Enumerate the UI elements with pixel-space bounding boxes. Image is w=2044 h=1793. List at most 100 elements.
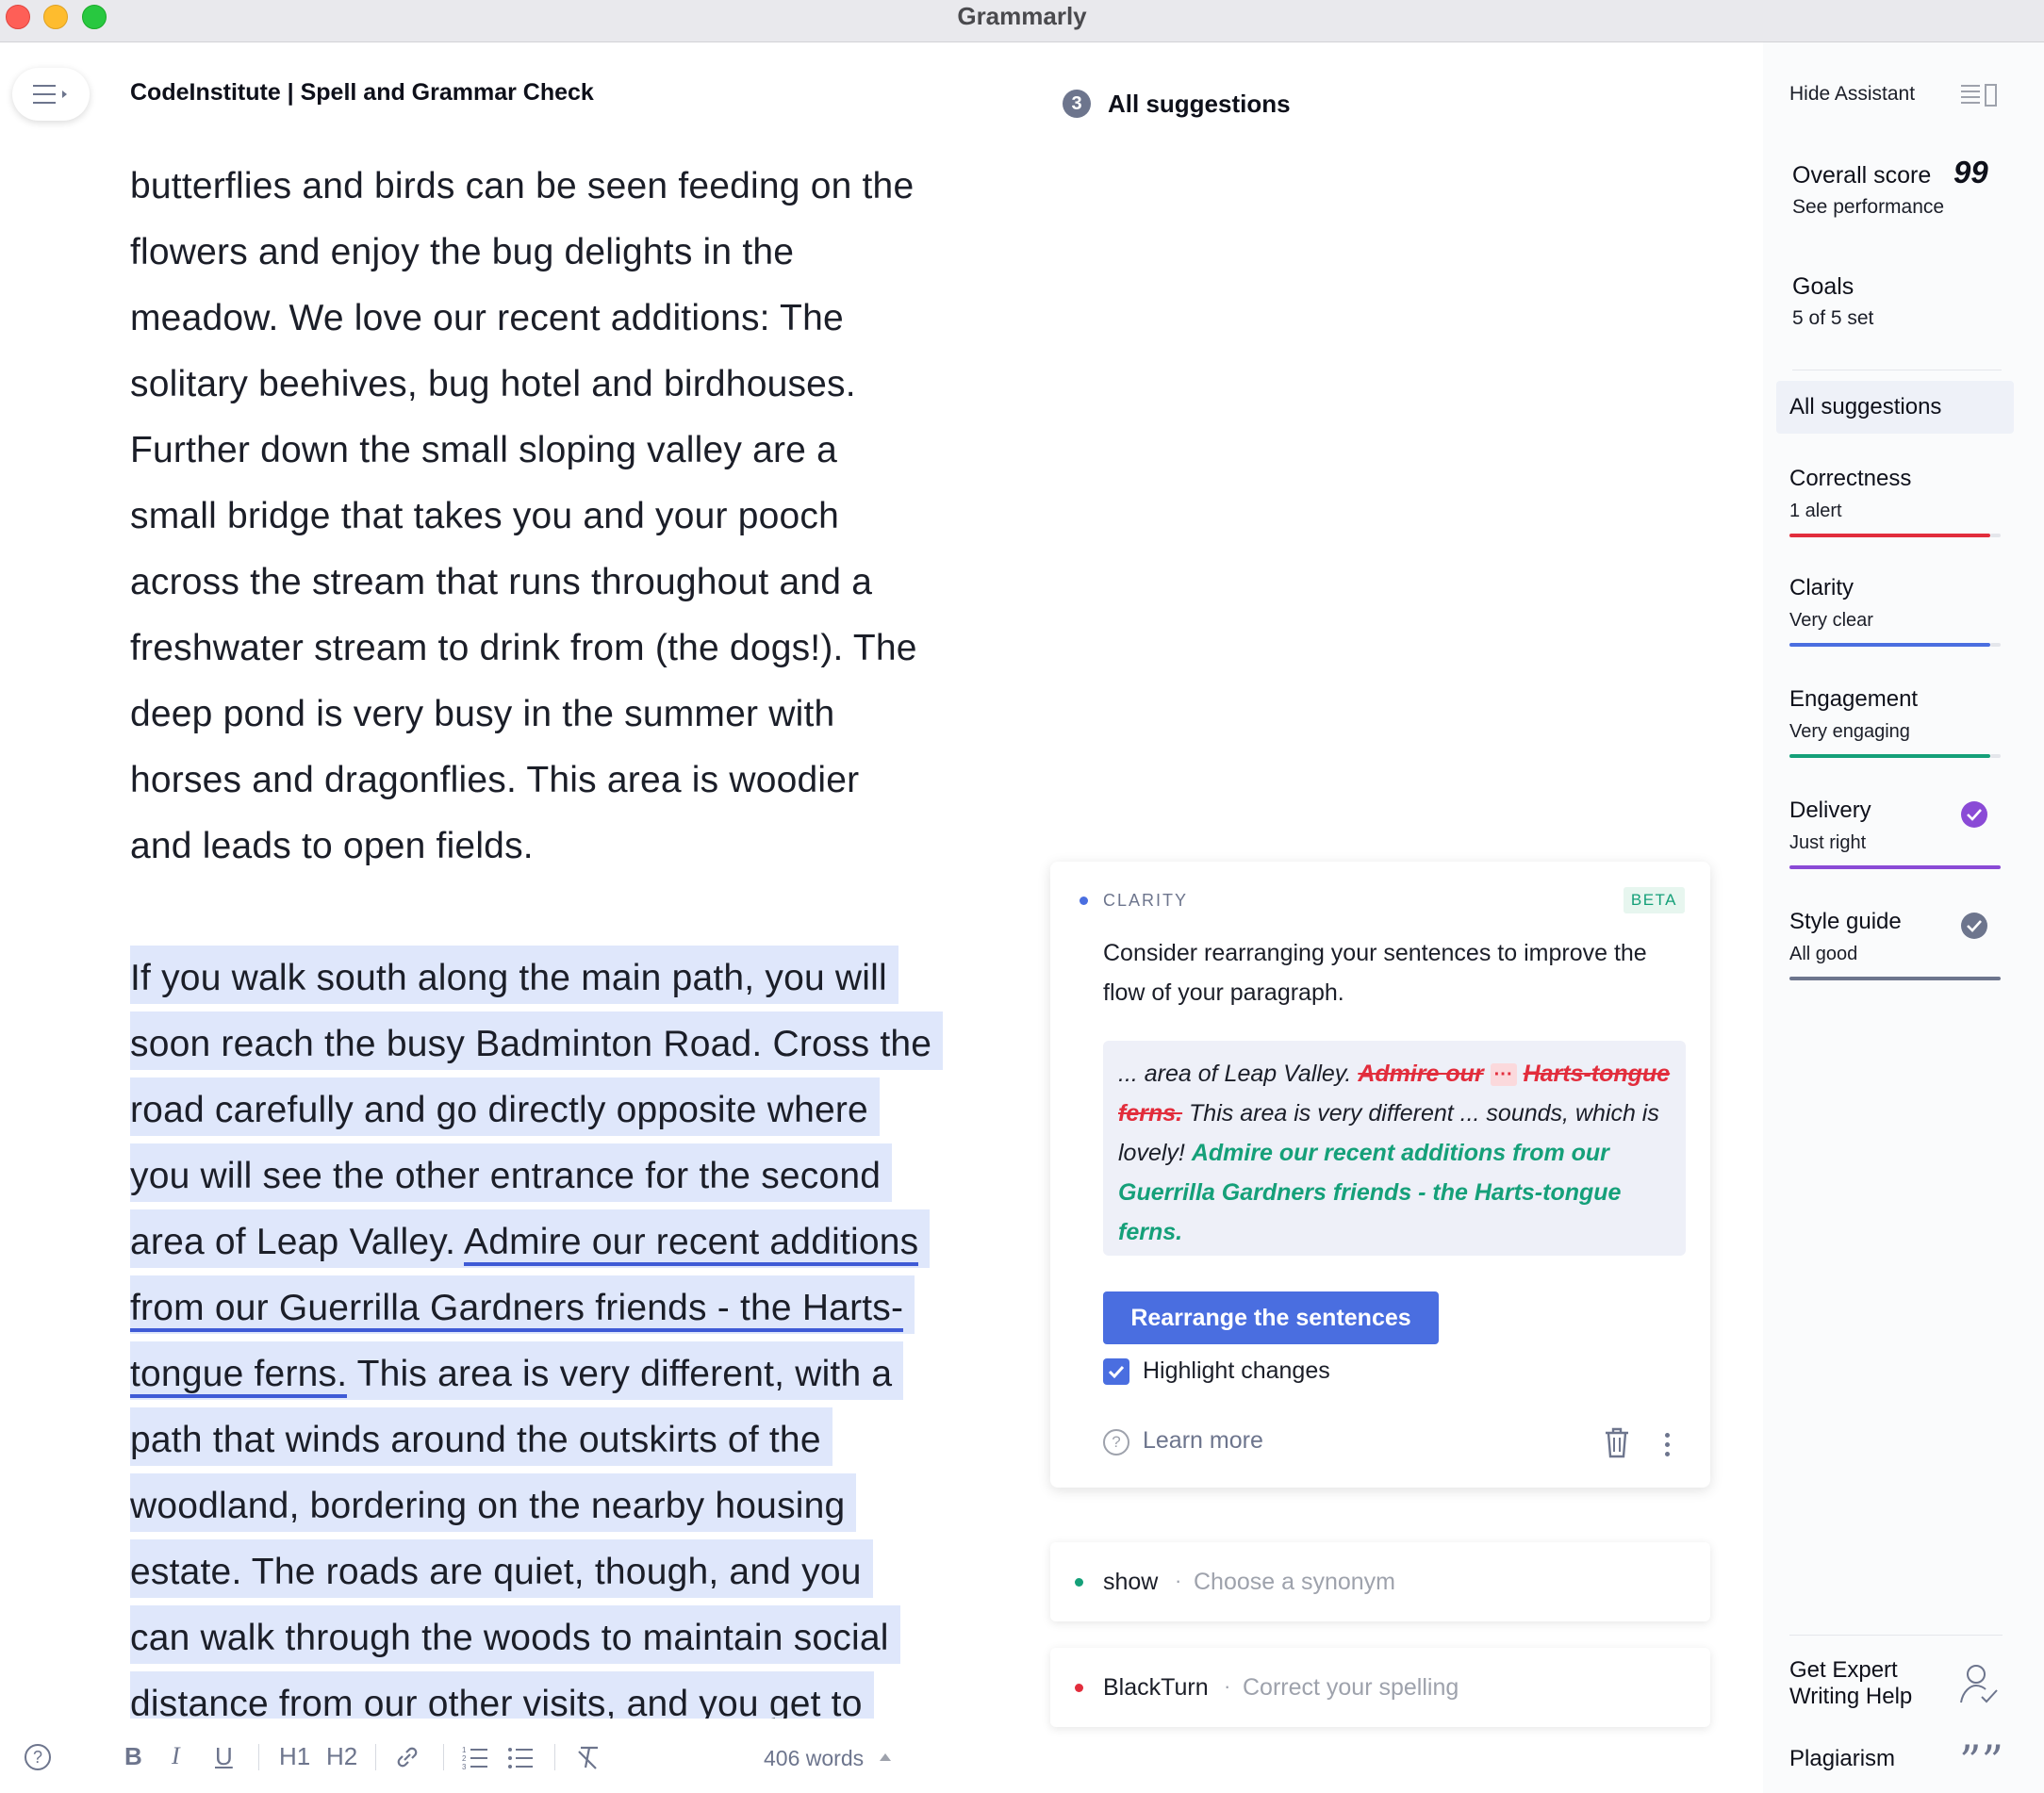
italic-button[interactable]: I: [172, 1742, 180, 1770]
category-dot: [1080, 896, 1088, 905]
text-line[interactable]: flowers and enjoy the bug delights in th…: [130, 220, 979, 286]
text-line[interactable]: meadow. We love our recent additions: Th…: [130, 286, 979, 352]
help-icon[interactable]: ?: [25, 1744, 51, 1770]
toolbar-divider: [554, 1744, 555, 1770]
sidebar-item-all-suggestions[interactable]: All suggestions: [1776, 381, 2014, 434]
suggestion-word: BlackTurn: [1103, 1674, 1209, 1701]
link-icon[interactable]: [394, 1744, 420, 1770]
clarity-underlined-text[interactable]: tongue ferns.: [130, 1354, 348, 1398]
caret-up-icon[interactable]: [880, 1753, 891, 1761]
text-line[interactable]: small bridge that takes you and your poo…: [130, 484, 979, 550]
window-title: Grammarly: [957, 2, 1087, 30]
style-guide-status: All good: [1789, 944, 1858, 964]
expert-person-icon[interactable]: [1957, 1663, 1999, 1706]
text-line[interactable]: deep pond is very busy in the summer wit…: [130, 682, 979, 748]
synonym-suggestion-card[interactable]: show · Choose a synonym: [1050, 1542, 1710, 1621]
numbered-list-icon[interactable]: 1 2 3: [462, 1745, 488, 1769]
highlighted-text-line[interactable]: path that winds around the outskirts of …: [130, 1407, 832, 1466]
highlight-changes-label[interactable]: Highlight changes: [1143, 1357, 1330, 1385]
overall-score-label[interactable]: Overall score: [1792, 162, 1931, 189]
category-dot: [1075, 1578, 1083, 1587]
checkmark-icon: [1108, 1365, 1125, 1379]
heading1-button[interactable]: H1: [279, 1742, 310, 1771]
hamburger-icon: [33, 85, 56, 110]
separator-dot: ·: [1175, 1569, 1182, 1592]
suggestion-hint: Correct your spelling: [1243, 1674, 1459, 1701]
more-options-icon[interactable]: [1665, 1433, 1671, 1461]
clarity-underlined-text[interactable]: from our Guerrilla Gardners friends - th…: [130, 1288, 904, 1332]
sidebar-item-engagement[interactable]: Engagement: [1789, 686, 1918, 713]
highlighted-text-line[interactable]: estate. The roads are quiet, though, and…: [130, 1539, 873, 1598]
sidebar-item-delivery[interactable]: Delivery: [1789, 798, 1871, 824]
clarity-bar-track: [1990, 643, 2001, 647]
sidebar-item-style-guide[interactable]: Style guide: [1789, 909, 1902, 935]
bold-button[interactable]: B: [124, 1742, 142, 1771]
sidebar-item-correctness[interactable]: Correctness: [1789, 466, 1911, 492]
sidebar-item-clarity[interactable]: Clarity: [1789, 575, 1854, 601]
sidebar-divider: [1789, 1635, 2003, 1636]
clarity-suggestion-card[interactable]: CLARITY BETA Consider rearranging your s…: [1050, 862, 1710, 1488]
quote-icon[interactable]: ””: [1959, 1739, 2003, 1783]
underline-button[interactable]: U: [215, 1742, 233, 1771]
engagement-bar: [1789, 754, 1990, 758]
text-line[interactable]: horses and dragonflies. This area is woo…: [130, 748, 979, 814]
rearrange-sentences-button[interactable]: Rearrange the sentences: [1103, 1291, 1439, 1344]
engagement-status: Very engaging: [1789, 721, 1910, 742]
preview-inserted-text: Admire our recent additions from our Gue…: [1118, 1140, 1622, 1245]
highlighted-text-line[interactable]: road carefully and go directly opposite …: [130, 1077, 880, 1136]
expert-writing-help-link[interactable]: Get Expert Writing Help: [1789, 1657, 1950, 1710]
separator-dot: ·: [1224, 1674, 1231, 1698]
highlighted-text-line[interactable]: can walk through the woods to maintain s…: [130, 1605, 900, 1664]
text-line[interactable]: butterflies and birds can be seen feedin…: [130, 154, 979, 220]
plagiarism-link[interactable]: Plagiarism: [1789, 1746, 1895, 1772]
highlighted-text-line[interactable]: soon reach the busy Badminton Road. Cros…: [130, 1012, 944, 1070]
toolbar-divider: [443, 1744, 444, 1770]
suggestion-message: Consider rearranging your sentences to i…: [1103, 940, 1647, 1006]
text-line[interactable]: across the stream that runs throughout a…: [130, 550, 979, 616]
window-titlebar: Grammarly: [0, 0, 2044, 42]
panel-toggle-icon[interactable]: [1959, 83, 1999, 107]
ellipsis-icon[interactable]: ···: [1490, 1063, 1517, 1087]
toolbar-divider: [258, 1744, 259, 1770]
sidebar-item-label: All suggestions: [1789, 394, 1942, 419]
delivery-status: Just right: [1789, 832, 1867, 853]
word-count[interactable]: 406 words: [764, 1746, 864, 1771]
learn-more-link[interactable]: Learn more: [1143, 1427, 1263, 1455]
suggestion-preview: ... area of Leap Valley. Admire our ··· …: [1103, 1041, 1686, 1256]
delivery-check-icon: [1961, 801, 1987, 828]
text-line[interactable]: solitary beehives, bug hotel and birdhou…: [130, 352, 979, 418]
text-line[interactable]: freshwater stream to drink from (the dog…: [130, 616, 979, 682]
highlighted-text-line[interactable]: area of Leap Valley. Admire our recent a…: [130, 1209, 931, 1268]
highlighted-text-line[interactable]: you will see the other entrance for the …: [130, 1143, 893, 1202]
text-line[interactable]: and leads to open fields.: [130, 814, 979, 880]
bulleted-list-icon[interactable]: [507, 1745, 534, 1769]
trash-icon[interactable]: [1603, 1427, 1631, 1459]
document-editor[interactable]: butterflies and birds can be seen feedin…: [130, 154, 979, 1719]
hide-assistant-button[interactable]: Hide Assistant: [1789, 83, 1915, 106]
style-guide-bar: [1789, 977, 2001, 980]
beta-badge: BETA: [1623, 887, 1685, 913]
suggestion-word: show: [1103, 1569, 1159, 1595]
highlighted-text-line[interactable]: tongue ferns. This area is very differen…: [130, 1341, 904, 1400]
overall-score-value[interactable]: 99: [1953, 155, 1988, 190]
goals-status[interactable]: 5 of 5 set: [1792, 307, 1873, 330]
text-line[interactable]: Further down the small sloping valley ar…: [130, 418, 979, 484]
document-menu-button[interactable]: [12, 68, 90, 121]
question-icon[interactable]: ?: [1103, 1429, 1129, 1456]
caret-right-icon: [62, 90, 67, 98]
clarity-underlined-text[interactable]: Admire our recent additions: [464, 1222, 919, 1266]
goals-label[interactable]: Goals: [1792, 273, 1854, 301]
highlighted-text-line[interactable]: woodland, bordering on the nearby housin…: [130, 1473, 857, 1532]
clear-formatting-icon[interactable]: [575, 1744, 602, 1770]
heading2-button[interactable]: H2: [326, 1742, 357, 1771]
category-dot: [1075, 1684, 1083, 1692]
text-segment: area of Leap Valley.: [130, 1222, 465, 1262]
highlighted-text-line[interactable]: If you walk south along the main path, y…: [130, 946, 898, 1004]
document-title[interactable]: CodeInstitute | Spell and Grammar Check: [130, 79, 594, 107]
see-performance-link[interactable]: See performance: [1792, 196, 1944, 219]
svg-text:3: 3: [462, 1763, 467, 1769]
highlighted-text-line[interactable]: from our Guerrilla Gardners friends - th…: [130, 1275, 915, 1334]
highlight-changes-checkbox[interactable]: [1103, 1358, 1129, 1385]
spelling-suggestion-card[interactable]: BlackTurn · Correct your spelling: [1050, 1648, 1710, 1727]
highlighted-text-line[interactable]: distance from our other visits, and you …: [130, 1671, 874, 1719]
